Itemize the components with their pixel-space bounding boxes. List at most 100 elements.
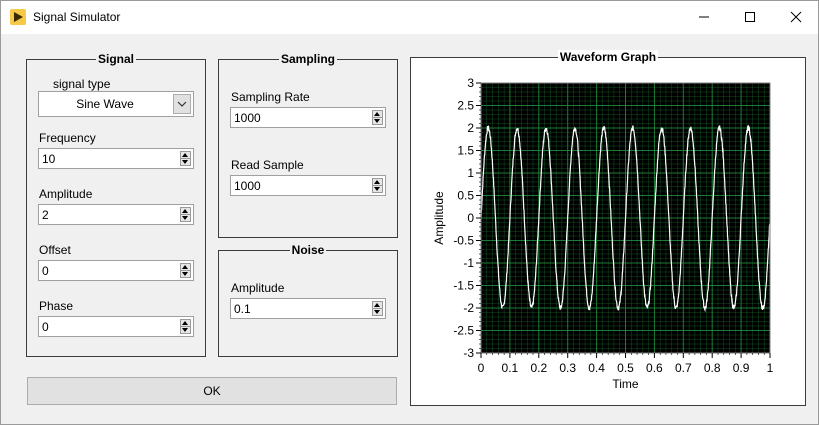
increment-button[interactable]: [181, 264, 190, 271]
arrow-down-icon: [182, 216, 188, 220]
waveform-chart: 3 2.5 2 1.5 1 0.5 0 -0.5 -1 -1.5 -2 -2.5 -3 0 0.1 0.2 0.…: [432, 76, 774, 391]
offset-label: Offset: [39, 243, 71, 257]
sampling-group: Sampling: [218, 52, 398, 238]
y-tick-label: 1: [467, 166, 474, 180]
x-tick-label: 0.1: [502, 361, 519, 375]
phase-input[interactable]: 0: [38, 316, 194, 337]
phase-value: 0: [42, 320, 49, 334]
arrow-down-icon: [182, 328, 188, 332]
signal-type-label: signal type: [53, 77, 111, 91]
y-tick-label: -0.5: [453, 234, 474, 248]
read-sample-spinner[interactable]: [372, 178, 383, 193]
amplitude-value: 2: [42, 208, 49, 222]
frequency-input[interactable]: 10: [38, 148, 194, 169]
x-tick-label: 0.8: [704, 361, 721, 375]
frequency-value: 10: [42, 152, 56, 166]
close-button[interactable]: [773, 1, 819, 33]
increment-button[interactable]: [373, 302, 382, 309]
decrement-button[interactable]: [181, 327, 190, 333]
y-tick-label: -1.5: [453, 279, 474, 293]
x-tick-label: 0.2: [530, 361, 547, 375]
frequency-label: Frequency: [39, 131, 96, 145]
chevron-down-icon: [177, 101, 187, 107]
arrow-up-icon: [374, 112, 380, 116]
minimize-button[interactable]: [681, 1, 727, 33]
read-sample-input[interactable]: 1000: [230, 175, 386, 196]
signal-type-select[interactable]: Sine Wave: [38, 91, 194, 117]
y-tick-label: -2.5: [453, 324, 474, 338]
y-tick-label: -1: [463, 256, 474, 270]
increment-button[interactable]: [373, 111, 382, 118]
title-bar[interactable]: Signal Simulator: [1, 1, 818, 34]
noise-group-title: Noise: [289, 243, 327, 257]
y-axis-label: Amplitude: [432, 191, 446, 245]
read-sample-label: Read Sample: [231, 158, 304, 172]
phase-spinner[interactable]: [180, 319, 191, 334]
x-axis-label: Time: [612, 377, 639, 391]
read-sample-value: 1000: [234, 179, 261, 193]
y-tick-label: 0: [467, 211, 474, 225]
arrow-down-icon: [182, 160, 188, 164]
decrement-button[interactable]: [181, 271, 190, 277]
arrow-down-icon: [374, 310, 380, 314]
increment-button[interactable]: [181, 152, 190, 159]
increment-button[interactable]: [181, 208, 190, 215]
arrow-up-icon: [182, 153, 188, 157]
arrow-down-icon: [374, 119, 380, 123]
offset-value: 0: [42, 264, 49, 278]
close-icon: [790, 11, 802, 23]
x-tick-label: 0.4: [588, 361, 605, 375]
signal-group-title: Signal: [95, 52, 136, 66]
decrement-button[interactable]: [181, 159, 190, 165]
y-tick-label: 2: [467, 121, 474, 135]
phase-label: Phase: [39, 299, 74, 313]
x-tick-label: 0: [478, 361, 485, 375]
x-tick-label: 0.3: [559, 361, 576, 375]
increment-button[interactable]: [181, 320, 190, 327]
plot-area: [480, 82, 771, 354]
decrement-button[interactable]: [373, 118, 382, 124]
y-tick-label: -2: [463, 301, 474, 315]
arrow-down-icon: [374, 187, 380, 191]
ok-button[interactable]: OK: [27, 377, 397, 405]
y-tick-label: 2.5: [457, 99, 474, 113]
x-tick-label: 0.9: [733, 361, 750, 375]
arrow-up-icon: [374, 180, 380, 184]
sampling-group-title: Sampling: [278, 52, 337, 66]
labview-app-icon: [10, 9, 26, 25]
increment-button[interactable]: [373, 179, 382, 186]
offset-spinner[interactable]: [180, 263, 191, 278]
decrement-button[interactable]: [373, 186, 382, 192]
noise-amplitude-input[interactable]: 0.1: [230, 298, 386, 319]
maximize-icon: [745, 12, 755, 22]
signal-type-value: Sine Wave: [76, 97, 134, 111]
window-title: Signal Simulator: [33, 10, 121, 24]
y-tick-label: 1.5: [457, 144, 474, 158]
noise-amplitude-spinner[interactable]: [372, 301, 383, 316]
signal-simulator-window: Signal Simulator Signal signal type Sine…: [0, 0, 819, 425]
y-tick-label: -3: [463, 346, 474, 360]
arrow-up-icon: [182, 209, 188, 213]
x-tick-label: 0.5: [617, 361, 634, 375]
x-tick-label: 0.7: [675, 361, 692, 375]
arrow-up-icon: [374, 303, 380, 307]
y-tick-label: 0.5: [457, 189, 474, 203]
x-tick-label: 0.6: [646, 361, 663, 375]
frequency-spinner[interactable]: [180, 151, 191, 166]
sampling-rate-input[interactable]: 1000: [230, 107, 386, 128]
sampling-rate-label: Sampling Rate: [231, 90, 310, 104]
dropdown-button[interactable]: [173, 94, 191, 114]
arrow-down-icon: [182, 272, 188, 276]
waveform-graph: Waveform Graph 3 2.5 2 1.5 1 0.5 0 -0.5 -1 -1.5 -2…: [410, 50, 806, 406]
sampling-rate-spinner[interactable]: [372, 110, 383, 125]
arrow-up-icon: [182, 321, 188, 325]
decrement-button[interactable]: [373, 309, 382, 315]
x-tick-label: 1: [767, 361, 774, 375]
minimize-icon: [699, 16, 709, 18]
amplitude-spinner[interactable]: [180, 207, 191, 222]
offset-input[interactable]: 0: [38, 260, 194, 281]
noise-amplitude-value: 0.1: [234, 302, 251, 316]
amplitude-input[interactable]: 2: [38, 204, 194, 225]
maximize-button[interactable]: [727, 1, 773, 33]
decrement-button[interactable]: [181, 215, 190, 221]
